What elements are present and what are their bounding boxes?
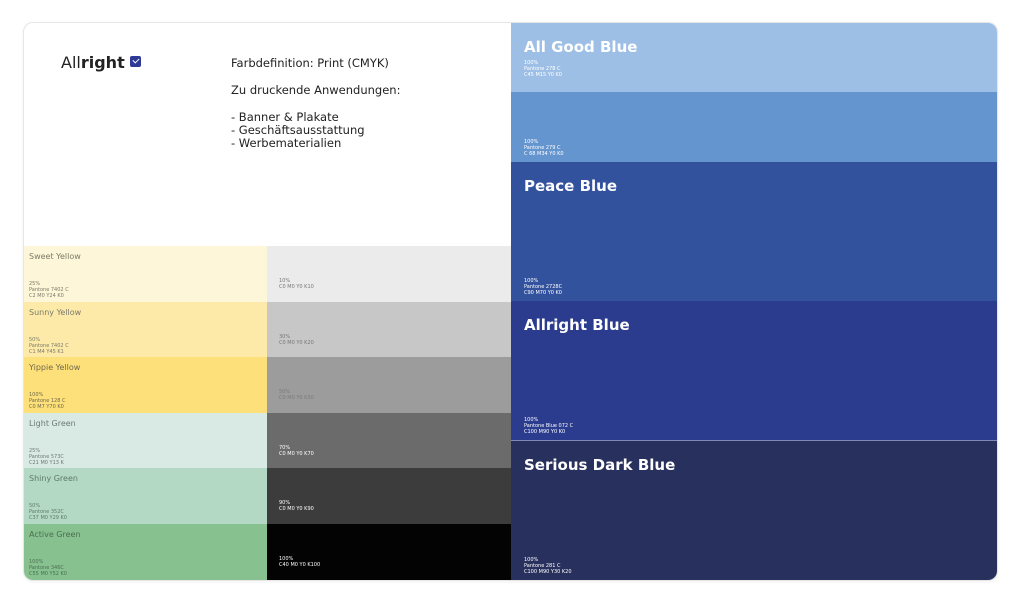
color-swatch: Sunny Yellow 50% Pantone 7402 C C1 M4 Y45 K… — [24, 301, 267, 358]
gray-swatch: 30% C0 M0 Y0 K20 — [267, 301, 511, 358]
swatch-name: Sunny Yellow — [29, 307, 82, 317]
blue-swatch: Allright Blue 100% Pantone Blue 072 C C100 … — [511, 301, 997, 440]
swatch-cmyk: C100 M90 Y30 K20 — [524, 569, 572, 575]
swatch-details: 70% C0 M0 Y0 K70 — [279, 445, 314, 457]
intro-heading: Farbdefinition: Print (CMYK) — [231, 56, 389, 70]
swatch-details: 100% Pantone 281 C C100 M90 Y30 K20 — [524, 557, 572, 575]
swatch-name: Yippie Yellow — [29, 363, 81, 372]
swatch-details: 100% Pantone 346C C55 M0 Y52 K0 — [29, 559, 67, 577]
logo-text-light: All — [61, 53, 81, 72]
logo-text-bold: right — [80, 53, 125, 72]
application-list: - Banner & Plakate - Geschäftsausstattun… — [231, 111, 400, 150]
gray-swatch: 70% C0 M0 Y0 K70 — [267, 412, 511, 469]
swatch-details: 100% Pantone 128 C C0 M7 Y70 K0 — [29, 392, 66, 410]
swatch-details: 100% Pantone 279 CC 68 M34 Y0 K0 — [524, 139, 564, 157]
swatch-cmyk: C0 M7 Y70 K0 — [29, 404, 64, 410]
swatch-cmyk: C2 M0 Y24 K0 — [29, 293, 64, 299]
swatch-name: Active Green — [29, 529, 81, 539]
swatch-name: Shiny Green — [29, 474, 78, 483]
swatch-details: 100% Pantone 278 C C45 M15 Y0 K0 — [524, 60, 562, 78]
swatch-cmyk: C 68 M34 Y0 K0 — [524, 151, 564, 157]
swatch-cmyk: C40 M0 Y0 K100 — [279, 561, 321, 568]
swatch-cmyk: C21 M0 Y13 K — [29, 459, 64, 466]
swatch-cmyk: C0 M0 Y0 K50 — [279, 395, 314, 401]
color-swatch: Active Green 100% Pantone 346C C55 M0 Y52 K… — [24, 523, 267, 580]
swatch-cmyk: C0 M0 Y0 K90 — [279, 506, 314, 512]
gray-swatch: 90% C0 M0 Y0 K90 — [267, 468, 511, 524]
swatch-name: Allright Blue — [524, 316, 630, 334]
swatch-pantone: Pantone 573C — [29, 453, 64, 460]
allright-logo: Allright — [61, 53, 141, 72]
swatch-details: 50% Pantone 7402 C C1 M4 Y45 K1 — [29, 337, 69, 355]
swatch-details: 25% Pantone 573C C21 M0 Y13 K — [29, 448, 64, 466]
blue-swatch: 100% Pantone 279 CC 68 M34 Y0 K0 — [511, 92, 997, 162]
swatch-name: Light Green — [29, 418, 76, 428]
swatch-name: Sweet Yellow — [29, 252, 81, 261]
logo-checkbox-icon — [129, 56, 141, 67]
swatch-pantone: Pantone 7402 C — [29, 342, 69, 349]
intro-subheading: Zu druckende Anwendungen: — [231, 83, 401, 97]
swatch-name: Serious Dark Blue — [524, 456, 676, 474]
blue-swatch: Serious Dark Blue 100% Pantone 281 C C100 M… — [511, 440, 997, 580]
swatch-cmyk: C0 M0 Y0 K70 — [279, 450, 314, 457]
swatch-details: 30% C0 M0 Y0 K20 — [279, 334, 314, 346]
swatch-cmyk: C1 M4 Y45 K1 — [29, 348, 64, 355]
swatch-details: 100% C40 M0 Y0 K100 — [279, 556, 320, 568]
color-swatch: Yippie Yellow 100% Pantone 128 C C0 M7 Y70 … — [24, 357, 267, 413]
gray-swatch: 10% C0 M0 Y0 K10 — [267, 246, 511, 302]
swatch-cmyk: C0 M0 Y0 K10 — [279, 284, 314, 290]
swatch-cmyk: C55 M0 Y52 K0 — [29, 570, 67, 577]
gray-swatch: 50% C0 M0 Y0 K50 — [267, 357, 511, 413]
swatch-cmyk: C100 M90 Y0 K0 — [524, 429, 566, 435]
swatch-details: 100% Pantone 2728C C90 M70 Y0 K0 — [524, 278, 562, 296]
swatch-details: 50% C0 M0 Y0 K50 — [279, 389, 314, 401]
swatch-details: 100% Pantone Blue 072 C C100 M90 Y0 K0 — [524, 417, 573, 435]
swatch-cmyk: C45 M15 Y0 K0 — [524, 72, 562, 78]
swatch-details: 50% Pantone 352C C37 M0 Y29 K0 — [29, 503, 67, 521]
swatch-pantone: Pantone 346C — [29, 564, 64, 571]
swatch-cmyk: C0 M0 Y0 K20 — [279, 339, 314, 346]
swatch-details: 10% C0 M0 Y0 K10 — [279, 278, 314, 290]
color-swatch: Sweet Yellow 25% Pantone 7402 C C2 M0 Y24 K… — [24, 246, 267, 302]
swatch-cmyk: C37 M0 Y29 K0 — [29, 515, 67, 521]
swatch-cmyk: C90 M70 Y0 K0 — [524, 290, 562, 296]
swatch-name: Peace Blue — [524, 177, 618, 195]
application-item: - Werbematerialien — [231, 136, 342, 150]
color-palette-card: Allright Farbdefinition: Print (CMYK) Zu… — [24, 23, 997, 580]
intro-text: Farbdefinition: Print (CMYK) Zu druckend… — [231, 57, 400, 150]
swatch-details: 90% C0 M0 Y0 K90 — [279, 500, 314, 512]
gray-swatch: 100% C40 M0 Y0 K100 — [267, 523, 511, 580]
blue-swatch: All Good Blue 100% Pantone 278 C C45 M15 Y0… — [511, 23, 997, 92]
blue-swatch: Peace Blue 100% Pantone 2728C C90 M70 Y0 K0 — [511, 162, 997, 301]
swatch-name: All Good Blue — [524, 38, 638, 56]
swatch-details: 25% Pantone 7402 C C2 M0 Y24 K0 — [29, 281, 69, 299]
color-swatch: Shiny Green 50% Pantone 352C C37 M0 Y29 K0 — [24, 468, 267, 524]
color-swatch: Light Green 25% Pantone 573C C21 M0 Y13 K — [24, 412, 267, 469]
